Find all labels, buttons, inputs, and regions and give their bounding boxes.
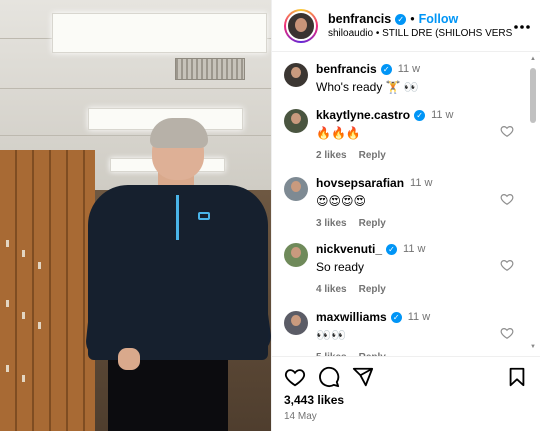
comment-icon[interactable] (318, 366, 340, 388)
audio-link[interactable]: shiloaudio • STILL DRE (SHILOHS VERSI… (328, 28, 512, 39)
author-username[interactable]: benfrancis (328, 12, 391, 26)
commenter-username[interactable]: nickvenuti_ (316, 242, 382, 256)
comment-likes[interactable]: 4 likes (316, 284, 347, 295)
tile-line (0, 135, 271, 136)
locker-handle (22, 375, 25, 382)
reply-button[interactable]: Reply (359, 218, 386, 229)
locker-handle (22, 312, 25, 319)
comment-item: nickvenuti_ ✓ 11 w So ready 4 likes Reply (272, 242, 540, 295)
tile-line (0, 88, 271, 89)
share-icon[interactable] (352, 366, 374, 388)
lockers (0, 150, 95, 431)
comment-like-heart-icon[interactable] (500, 124, 514, 138)
comment-time[interactable]: 11 w (410, 177, 432, 189)
comment-time[interactable]: 11 w (403, 243, 425, 255)
person-hand (118, 348, 140, 370)
scroll-up-arrow-icon[interactable]: ▲ (529, 56, 537, 64)
commenter-avatar[interactable] (284, 177, 308, 201)
reply-button[interactable]: Reply (359, 284, 386, 295)
post-details-panel: benfrancis ✓ • Follow shiloaudio • STILL… (271, 0, 540, 431)
comment-body: kkaytlyne.castro ✓ 11 w 🔥🔥🔥 2 likes Reply (316, 108, 528, 161)
verified-badge-icon: ✓ (414, 109, 426, 121)
commenter-username[interactable]: benfrancis (316, 62, 377, 76)
locker-handle (38, 322, 41, 329)
comment-text: 🔥🔥🔥 (316, 126, 361, 140)
post-viewer: benfrancis ✓ • Follow shiloaudio • STILL… (0, 0, 540, 431)
separator-dot: • (410, 12, 415, 26)
comment-like-heart-icon[interactable] (500, 258, 514, 272)
commenter-avatar[interactable] (284, 311, 308, 335)
more-options-icon[interactable] (512, 17, 532, 35)
comment-body: hovsepsarafian 11 w 😍😍😍😍 3 likes Reply (316, 176, 528, 229)
comments-list[interactable]: benfrancis ✓ 11 w Who's ready 🏋 👀 kkaytlyne.… (272, 52, 540, 356)
scroll-thumb[interactable] (530, 68, 536, 123)
comment-body: nickvenuti_ ✓ 11 w So ready 4 likes Reply (316, 242, 528, 295)
commenter-username[interactable]: kkaytlyne.castro (316, 108, 410, 122)
comment-like-heart-icon[interactable] (500, 326, 514, 340)
follow-button[interactable]: Follow (419, 12, 459, 26)
shirt-logo (198, 212, 210, 220)
verified-badge-icon: ✓ (380, 63, 392, 75)
comment-text: So ready (316, 260, 365, 274)
commenter-username[interactable]: hovsepsarafian (316, 176, 404, 190)
comment-text: Who's ready 🏋 👀 (316, 80, 419, 94)
comment-item: benfrancis ✓ 11 w Who's ready 🏋 👀 (272, 62, 540, 94)
comment-time[interactable]: 11 w (408, 311, 430, 323)
locker-handle (6, 300, 9, 307)
verified-badge-icon: ✓ (386, 243, 398, 255)
likes-count[interactable]: 3,443 likes (284, 393, 528, 407)
author-avatar[interactable] (284, 8, 318, 43)
ceiling-vent (175, 58, 245, 80)
comment-body: benfrancis ✓ 11 w Who's ready 🏋 👀 (316, 62, 528, 94)
reply-button[interactable]: Reply (359, 150, 386, 161)
comment-like-heart-icon[interactable] (500, 192, 514, 206)
locker-handle (6, 240, 9, 247)
locker-handle (38, 262, 41, 269)
comment-item: maxwilliams✓11 w👀👀5 likesReply (272, 310, 540, 356)
locker-handle (22, 250, 25, 257)
comment-meta: 2 likes Reply (316, 150, 528, 161)
comments-scrollbar[interactable]: ▲ ▼ (529, 56, 537, 352)
scroll-down-arrow-icon[interactable]: ▼ (529, 344, 537, 352)
verified-badge-icon: ✓ (395, 13, 407, 25)
ceiling-light (52, 13, 267, 53)
comment-likes[interactable]: 2 likes (316, 150, 347, 161)
commenter-username[interactable]: maxwilliams (316, 310, 387, 324)
post-header: benfrancis ✓ • Follow shiloaudio • STILL… (272, 0, 540, 52)
commenter-avatar[interactable] (284, 243, 308, 267)
comment-meta: 4 likes Reply (316, 284, 528, 295)
post-date: 14 May (284, 411, 317, 422)
zipper (176, 195, 179, 240)
header-text: benfrancis ✓ • Follow shiloaudio • STILL… (328, 12, 512, 39)
comment-meta: 3 likes Reply (316, 218, 528, 229)
commenter-avatar[interactable] (284, 109, 308, 133)
post-video[interactable] (0, 0, 271, 431)
comment-item: kkaytlyne.castro ✓ 11 w 🔥🔥🔥 2 likes Reply (272, 108, 540, 161)
like-heart-icon[interactable] (284, 366, 306, 388)
comment-time[interactable]: 11 w (398, 63, 420, 75)
verified-badge-icon: ✓ (390, 311, 402, 323)
comment-text: 😍😍😍😍 (316, 194, 367, 208)
post-actions: 3,443 likes 14 May (272, 356, 540, 431)
commenter-avatar[interactable] (284, 63, 308, 87)
locker-handle (6, 365, 9, 372)
comment-likes[interactable]: 3 likes (316, 218, 347, 229)
comment-time[interactable]: 11 w (431, 109, 453, 121)
person-hair (150, 118, 208, 148)
comment-body: maxwilliams✓11 w👀👀5 likesReply (316, 310, 528, 356)
save-bookmark-icon[interactable] (506, 366, 528, 388)
comment-item: hovsepsarafian 11 w 😍😍😍😍 3 likes Reply (272, 176, 540, 229)
comment-text: 👀👀 (316, 328, 346, 342)
